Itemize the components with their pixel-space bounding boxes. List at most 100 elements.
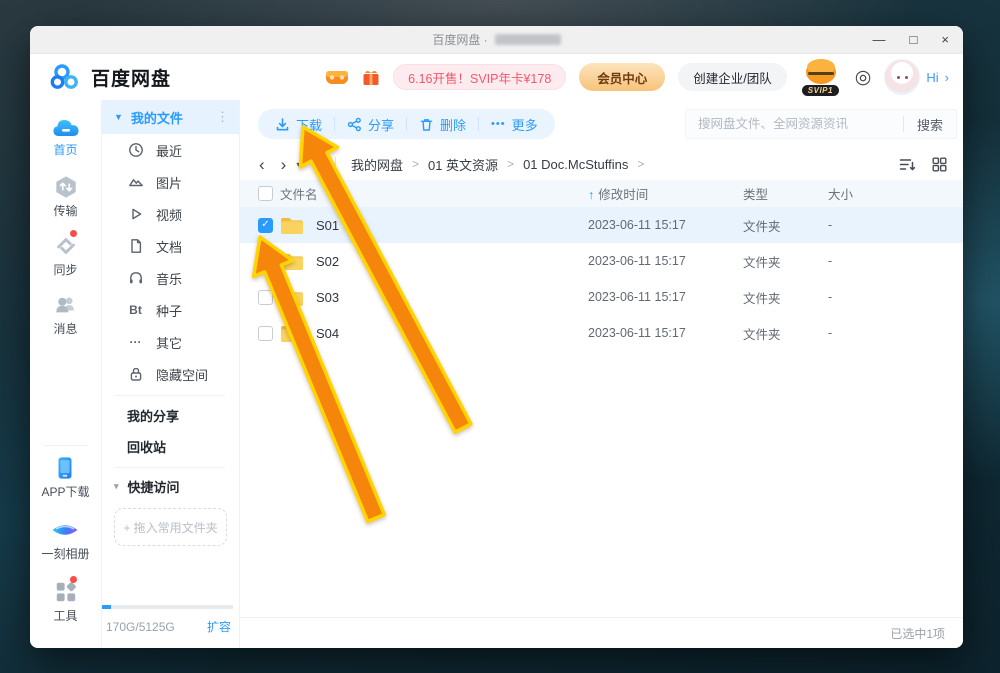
delete-button[interactable]: 删除 — [407, 115, 478, 134]
back-button[interactable]: ‹ — [259, 156, 265, 173]
grid-view-icon[interactable] — [932, 157, 947, 172]
divider — [116, 395, 225, 396]
rail-item-transfer[interactable]: 传输 — [53, 175, 79, 219]
sidebar-item-pictures[interactable]: 图片 — [102, 166, 239, 198]
file-type: 文件夹 — [743, 324, 828, 343]
row-S01-checkbox[interactable]: ✓ — [258, 218, 273, 233]
forward-button[interactable]: › — [281, 156, 287, 173]
rail-label: 同步 — [53, 261, 77, 278]
file-time: 2023-06-11 15:17 — [588, 218, 743, 232]
sidebar-item-my-shares[interactable]: 我的分享 — [102, 400, 239, 431]
member-center-button[interactable]: 会员中心 — [579, 63, 665, 91]
column-name[interactable]: 文件名 — [280, 184, 588, 203]
row-S02-checkbox[interactable]: ✓ — [258, 254, 273, 269]
rail-item-messages[interactable]: 消息 — [53, 293, 79, 337]
more-dots-icon: ••• — [491, 118, 506, 130]
sidebar-item-hidden-space[interactable]: 隐藏空间 — [102, 358, 239, 390]
breadcrumb-root[interactable]: 我的网盘 — [351, 155, 403, 174]
svip-promo-banner[interactable]: 6.16开售！SVIP年卡¥178 — [393, 64, 566, 90]
toolbar: 下载 分享 — [240, 100, 963, 148]
table-row[interactable]: ✓ S03 2023-06-11 15:17 文件夹 - — [240, 279, 963, 315]
storage-progressbar — [102, 605, 233, 609]
sidebar-item-torrents[interactable]: Bt 种子 — [102, 294, 239, 326]
dropzone-hint: + 拖入常用文件夹 — [123, 519, 217, 536]
file-name: S02 — [316, 254, 339, 269]
theme-aperture-icon[interactable]: ◎ — [855, 68, 872, 87]
table-row[interactable]: ✓ S04 2023-06-11 15:17 文件夹 - — [240, 315, 963, 351]
sidebar-item-music[interactable]: 音乐 — [102, 262, 239, 294]
table-row[interactable]: ✓ S01 2023-06-11 15:17 文件夹 - — [240, 207, 963, 243]
sidebar-item-documents[interactable]: 文档 — [102, 230, 239, 262]
refresh-icon[interactable]: ↻ — [309, 155, 322, 173]
file-name: S04 — [316, 326, 339, 341]
more-button[interactable]: ••• 更多 — [479, 115, 550, 134]
sidebar-item-my-files[interactable]: ▼ 我的文件 ⋮ — [102, 100, 239, 134]
column-size[interactable]: 大小 — [828, 184, 943, 203]
rail-item-photos[interactable]: 一刻相册 — [41, 518, 89, 562]
drag-folder-dropzone[interactable]: + 拖入常用文件夹 — [114, 508, 227, 546]
caret-down-icon: ▾ — [114, 481, 119, 492]
sync-icon — [53, 234, 79, 258]
rail-divider — [44, 352, 88, 456]
file-size: - — [828, 290, 943, 304]
breadcrumb-separator: > — [412, 157, 419, 171]
storage-used-label: 170G/5125G — [106, 620, 175, 634]
select-all-checkbox[interactable]: ✓ — [258, 186, 273, 201]
kebab-menu-icon[interactable]: ⋮ — [216, 109, 229, 125]
share-button[interactable]: 分享 — [335, 115, 406, 134]
user-account[interactable]: Hi › — [884, 59, 949, 95]
breadcrumb: 我的网盘 > 01 英文资源 > 01 Doc.McStuffins > — [351, 155, 644, 174]
close-button[interactable]: × — [941, 33, 949, 46]
rail-item-sync[interactable]: 同步 — [53, 234, 79, 278]
rail-item-home[interactable]: 首页 — [52, 116, 80, 160]
rail-item-app-download[interactable]: APP下载 — [41, 456, 89, 500]
action-label: 分享 — [368, 115, 394, 134]
action-label: 更多 — [512, 115, 538, 134]
sidebar-item-others[interactable]: ··· 其它 — [102, 326, 239, 358]
expand-storage-link[interactable]: 扩容 — [207, 618, 231, 635]
row-S04-checkbox[interactable]: ✓ — [258, 326, 273, 341]
column-time[interactable]: ↑修改时间 — [588, 184, 743, 203]
gift-icon[interactable] — [362, 69, 380, 86]
file-type: 文件夹 — [743, 252, 828, 271]
rail-label: 一刻相册 — [41, 545, 89, 562]
sidebar-item-label: 最近 — [156, 141, 182, 160]
sidebar-item-label: 图片 — [156, 173, 182, 192]
maximize-button[interactable]: □ — [910, 33, 918, 46]
notification-dot — [70, 576, 77, 583]
action-label: 删除 — [440, 115, 466, 134]
minimize-button[interactable]: — — [873, 33, 886, 46]
rail-label: APP下载 — [41, 483, 89, 500]
messages-icon — [53, 293, 79, 317]
sidebar-item-label: 视频 — [156, 205, 182, 224]
folder-icon — [280, 252, 304, 271]
search-button[interactable]: 搜索 — [904, 115, 956, 134]
bt-icon: Bt — [127, 303, 144, 317]
svip-avatar[interactable]: SVIP1 — [800, 58, 842, 96]
game-controller-icon[interactable] — [325, 69, 349, 86]
search-input[interactable] — [686, 117, 903, 131]
create-team-button[interactable]: 创建企业/团队 — [678, 63, 786, 91]
tools-grid-icon — [53, 580, 79, 604]
download-button[interactable]: 下载 — [263, 115, 334, 134]
lens-icon — [51, 518, 79, 542]
title-bar[interactable]: 百度网盘 · — □ × — [30, 26, 963, 54]
file-name: S03 — [316, 290, 339, 305]
breadcrumb-current[interactable]: 01 Doc.McStuffins — [523, 157, 628, 172]
row-S03-checkbox[interactable]: ✓ — [258, 290, 273, 305]
rail-item-tools[interactable]: 工具 — [53, 580, 79, 624]
lock-icon — [127, 366, 144, 382]
file-time: 2023-06-11 15:17 — [588, 254, 743, 268]
breadcrumb-folder[interactable]: 01 英文资源 — [428, 155, 498, 174]
sort-order-icon[interactable] — [899, 157, 916, 172]
sidebar-item-recycle-bin[interactable]: 回收站 — [102, 431, 239, 462]
sidebar-item-recent[interactable]: 最近 — [102, 134, 239, 166]
selection-count: 已选中1项 — [890, 625, 945, 642]
history-caret-icon[interactable]: ▾ — [296, 160, 300, 169]
sidebar-item-videos[interactable]: 视频 — [102, 198, 239, 230]
sidebar-item-label: 音乐 — [156, 269, 182, 288]
table-row[interactable]: ✓ S02 2023-06-11 15:17 文件夹 - — [240, 243, 963, 279]
sidebar-item-quick-access[interactable]: ▾ 快捷访问 — [102, 472, 239, 500]
column-type[interactable]: 类型 — [743, 184, 828, 203]
sidebar-section-title: 我的文件 — [131, 108, 183, 127]
